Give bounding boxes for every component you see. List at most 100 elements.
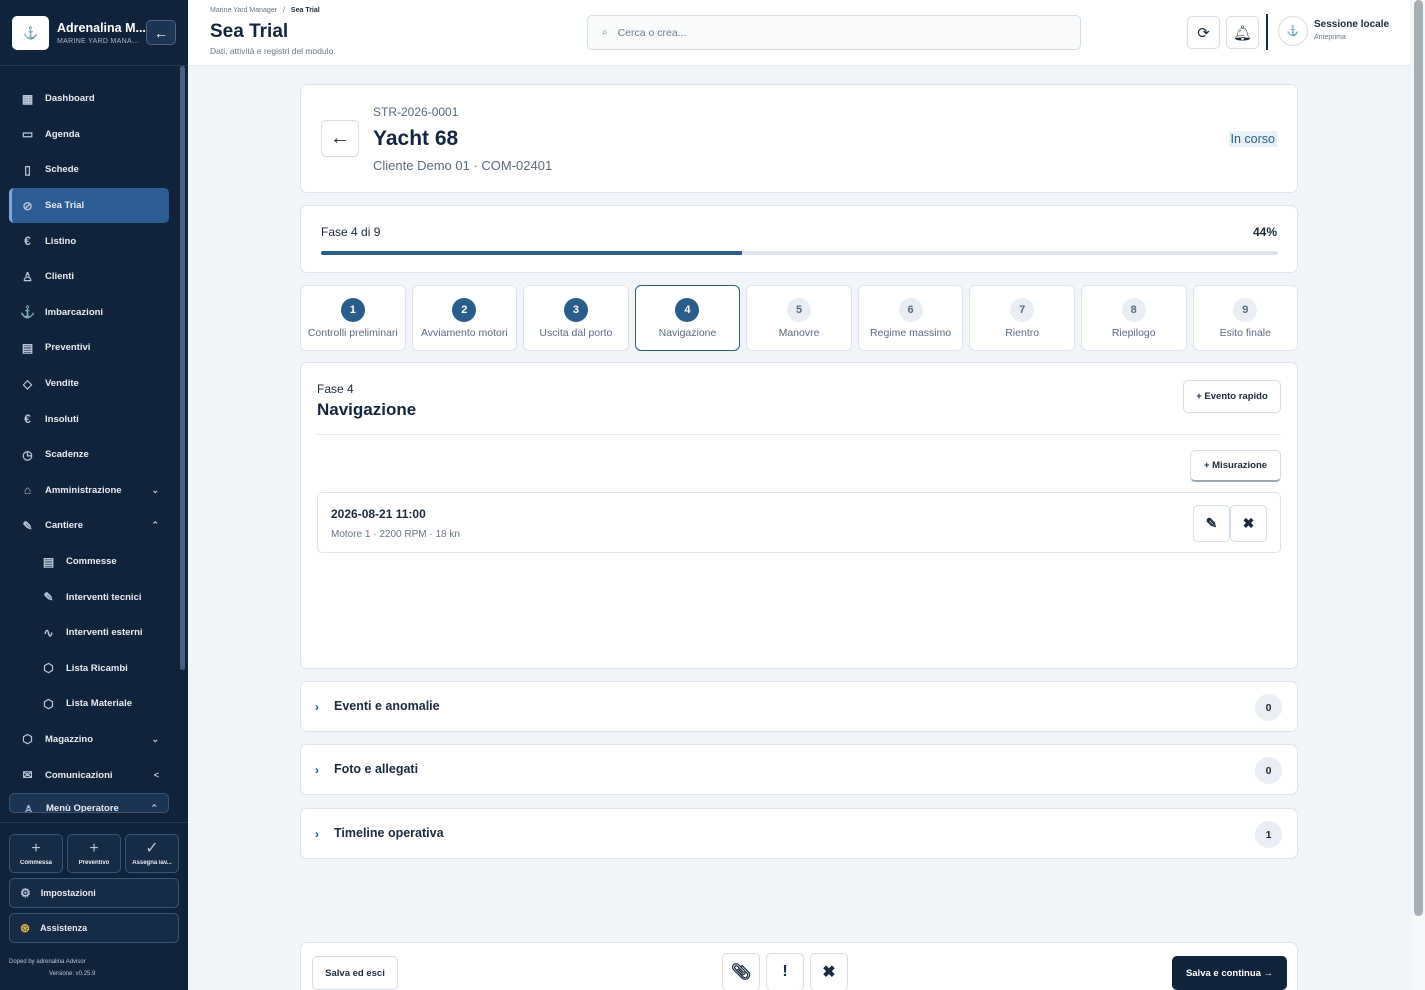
box-icon: ⬡ [43, 696, 54, 711]
accordion-eventi-anomalie[interactable]: › Eventi e anomalie 0 [300, 681, 1298, 732]
step-label: Avviamento motori [420, 326, 508, 339]
session-info[interactable]: Sessione locale Anteprima [1314, 19, 1389, 41]
phase-step[interactable]: 9 Esito finale [1192, 285, 1299, 351]
sidebar-item-label: Interventi tecnici [66, 591, 142, 603]
sidebar-item-label: Menù Operatore [46, 802, 119, 813]
paperclip-icon: 📎︎ [730, 964, 752, 981]
topbar: Marine Yard Manager / Sea Trial Sea Tria… [188, 0, 1410, 66]
sidebar-item-label: Cantiere [45, 520, 84, 532]
sidebar-item-magazzino[interactable]: ⬡ Magazzino ⌄ [9, 722, 169, 758]
sidebar-subitem-interventi-esterni[interactable]: ∿ Interventi esterni [9, 615, 169, 651]
sidebar-item-agenda[interactable]: ▭ Agenda [9, 117, 169, 153]
breadcrumb-root[interactable]: Marine Yard Manager [210, 7, 277, 14]
sidebar-collapse-button[interactable]: ← [146, 20, 176, 45]
sidebar-item-menu-operatore[interactable]: ♙ Menù Operatore ⌃ [9, 792, 169, 813]
count-badge: 0 [1255, 694, 1282, 721]
add-measurement-button[interactable]: + Misurazione [1190, 450, 1281, 482]
phase-step[interactable]: 5 Manovre [746, 285, 852, 351]
sidebar-scrollbar[interactable] [180, 66, 185, 670]
activity-icon: ∿ [43, 625, 54, 640]
delete-measurement-button[interactable]: ✖ [1230, 505, 1267, 542]
search-icon: ⌕ [602, 27, 608, 38]
action-bar: Salva ed esci 📎︎ ! ✖ Salva e continua → [300, 942, 1298, 990]
accordion-timeline-operativa[interactable]: › Timeline operativa 1 [300, 808, 1298, 859]
session-name: Sessione locale [1314, 19, 1390, 30]
attach-button[interactable]: 📎︎ [722, 953, 760, 990]
quick-actions: + Commessa + Preventivo ✓ Assegna lav... [9, 834, 179, 873]
session-role: Anteprima [1314, 34, 1346, 41]
avatar[interactable]: ⚓ [1278, 16, 1308, 46]
user-icon: ♙ [22, 269, 33, 284]
sidebar-item-comunicazioni[interactable]: ✉ Comunicazioni < [9, 757, 169, 793]
sidebar-item-clienti[interactable]: ♙ Clienti [9, 259, 169, 295]
edit-measurement-button[interactable]: ✎ [1193, 505, 1230, 542]
sidebar-subitem-interventi-tecnici[interactable]: ✎ Interventi tecnici [9, 579, 169, 615]
measurement-details: Motore 1 · 2200 RPM · 18 kn [331, 529, 460, 540]
euro-icon: € [24, 412, 31, 427]
phase-step[interactable]: 2 Avviamento motori [411, 285, 518, 351]
quick-assign-work-button[interactable]: ✓ Assegna lav... [125, 834, 179, 873]
phase-stepper: 1 Controlli preliminari 2 Avviamento motori… [300, 285, 1299, 351]
back-button[interactable]: ← [321, 120, 359, 157]
sidebar-subitem-lista-ricambi[interactable]: ⬡ Lista Ricambi [9, 651, 169, 687]
sidebar-item-imbarcazioni[interactable]: ⚓ Imbarcazioni [9, 295, 169, 331]
pencil-icon: ✎ [1205, 515, 1218, 531]
footer-version: Versione: v0.25.9 [49, 971, 96, 977]
wrench-icon: ✎ [22, 518, 33, 533]
quick-label: Commessa [19, 860, 52, 866]
report-anomaly-button[interactable]: ! [766, 953, 804, 990]
quick-label: Assegna lav... [132, 860, 172, 866]
sidebar-footer: Doped by adrenalina Advisor Versione: v0… [9, 956, 95, 980]
phase-step[interactable]: 6 Regime massimo [857, 285, 964, 351]
trial-code: STR-2026-0001 [373, 105, 459, 119]
calendar-icon: ▭ [21, 127, 34, 142]
sidebar-item-amministrazione[interactable]: ⌂ Amministrazione ⌄ [9, 473, 169, 509]
sidebar-item-preventivi[interactable]: ▤ Preventivi [9, 330, 169, 366]
phase-step[interactable]: 8 Riepilogo [1080, 285, 1187, 351]
sidebar-item-listino[interactable]: € Listino [9, 223, 169, 259]
settings-button[interactable]: ⚙ Impostazioni [9, 878, 179, 908]
sidebar-item-label: Preventivi [45, 342, 91, 354]
chevron-right-icon: › [315, 763, 319, 777]
chevron-down-icon: ⌄ [151, 484, 159, 495]
cancel-button[interactable]: ✖ [810, 953, 848, 990]
sidebar-item-label: Imbarcazioni [45, 306, 104, 318]
notifications-button[interactable]: 🔔︎ [1226, 16, 1259, 49]
page-scrollbar-thumb[interactable] [1414, 0, 1423, 916]
sidebar-item-cantiere[interactable]: ✎ Cantiere ⌃ [9, 508, 169, 544]
phase-number: Fase 4 [317, 382, 354, 396]
phase-step[interactable]: 7 Rientro [969, 285, 1075, 351]
phase-step[interactable]: 4 Navigazione [634, 285, 741, 351]
clipboard-icon: ▤ [42, 554, 55, 569]
phase-step[interactable]: 1 Controlli preliminari [300, 285, 406, 351]
sidebar-item-sea-trial[interactable]: ⊘ Sea Trial [9, 187, 169, 224]
chevron-up-icon: ⌃ [150, 802, 158, 813]
boat-name: Yacht 68 [373, 127, 459, 150]
sidebar-bottom: + Commessa + Preventivo ✓ Assegna lav... ⚙ I… [0, 822, 188, 990]
quick-event-button[interactable]: + Evento rapido [1183, 380, 1281, 413]
save-exit-button[interactable]: Salva ed esci [312, 956, 398, 990]
file-icon: ▯ [24, 162, 31, 177]
refresh-button[interactable]: ⟳ [1187, 16, 1220, 49]
sidebar-item-vendite[interactable]: ◇ Vendite [9, 366, 169, 402]
sidebar-item-schede[interactable]: ▯ Schede [9, 152, 169, 188]
progress-label: Fase 4 di 9 [321, 225, 381, 239]
sidebar-item-label: Magazzino [45, 733, 94, 745]
tag-icon: ◇ [22, 376, 33, 391]
help-button[interactable]: ⊛ Assistenza [9, 913, 179, 943]
search-input[interactable]: ⌕ Cerca o crea... [587, 15, 1081, 50]
sidebar-item-label: Clienti [45, 271, 75, 283]
sidebar-item-dashboard[interactable]: ▦ Dashboard [9, 81, 169, 117]
sidebar-item-label: Schede [45, 164, 79, 176]
measurement-row: 2026-08-21 11:00 Motore 1 · 2200 RPM · 1… [317, 492, 1281, 553]
page-scrollbar[interactable] [1412, 0, 1425, 990]
sidebar-subitem-lista-materiale[interactable]: ⬡ Lista Materiale [9, 686, 169, 722]
sidebar-subitem-commesse[interactable]: ▤ Commesse [9, 544, 169, 580]
quick-new-commessa-button[interactable]: + Commessa [9, 834, 63, 873]
sidebar-item-scadenze[interactable]: ◷ Scadenze [9, 437, 169, 473]
accordion-foto-allegati[interactable]: › Foto e allegati 0 [300, 744, 1298, 795]
phase-step[interactable]: 3 Uscita dal porto [523, 285, 629, 351]
quick-new-preventivo-button[interactable]: + Preventivo [67, 834, 121, 873]
sidebar-item-insoluti[interactable]: € Insoluti [9, 401, 169, 437]
save-continue-button[interactable]: Salva e continua → [1172, 956, 1287, 990]
